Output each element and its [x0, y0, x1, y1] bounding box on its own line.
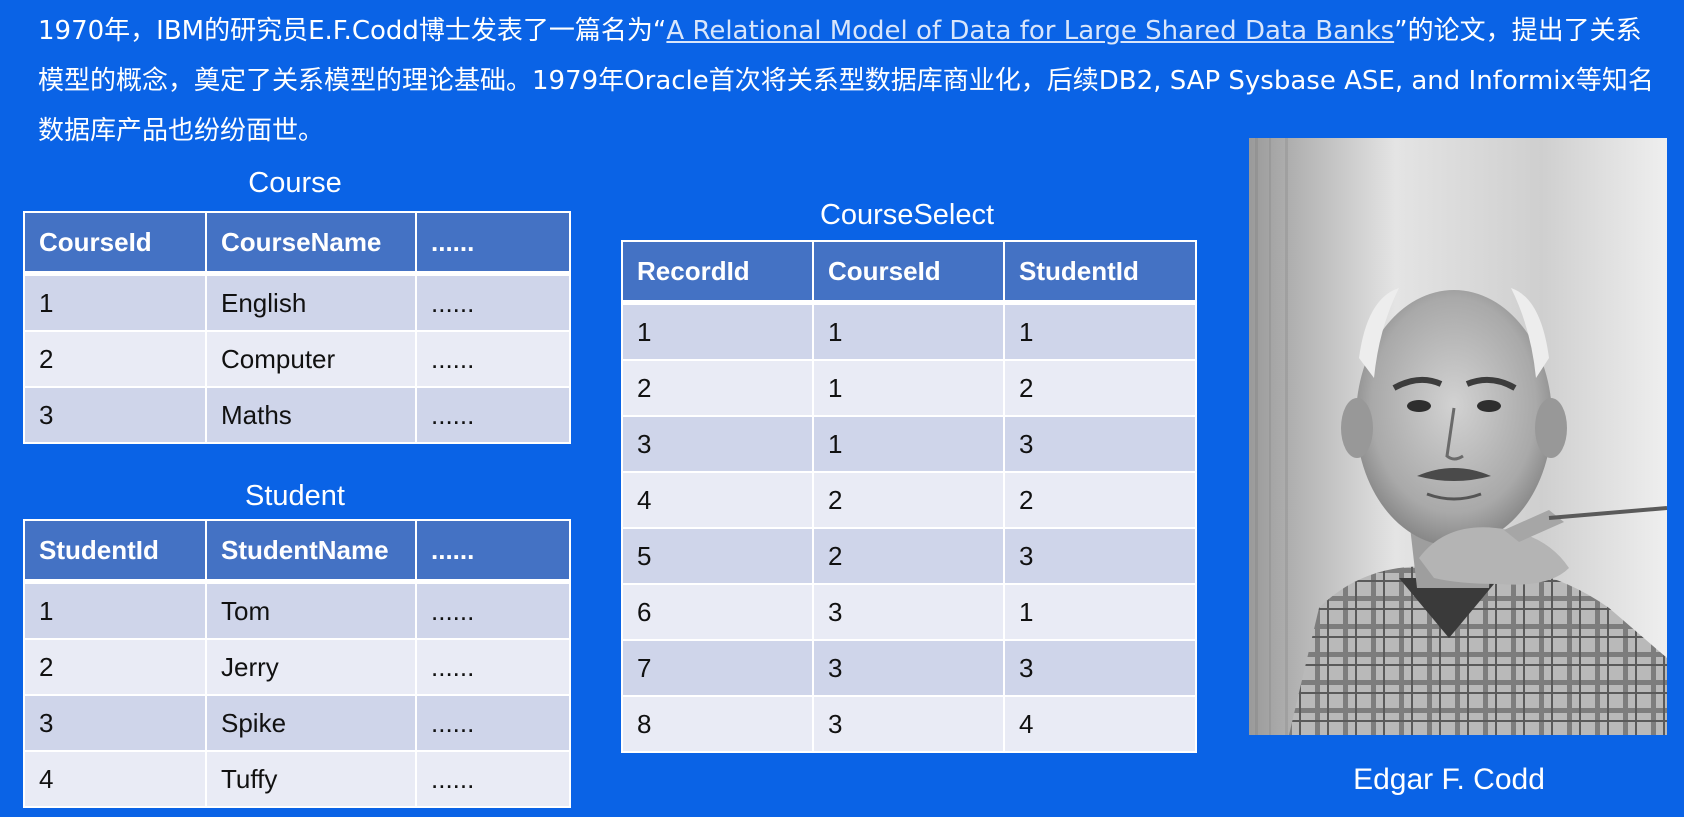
table-cell: Computer — [205, 330, 417, 388]
column-header: CourseId — [812, 240, 1005, 305]
table-row: 4 2 2 — [621, 471, 1197, 529]
table-cell: 1 — [1003, 583, 1197, 641]
course-header-row: CourseId CourseName ...... — [23, 211, 571, 276]
column-header: CourseName — [205, 211, 417, 276]
student-header-row: StudentId StudentName ...... — [23, 519, 571, 584]
table-cell: 2 — [621, 359, 814, 417]
table-cell: ...... — [415, 750, 571, 808]
column-header: StudentId — [23, 519, 207, 584]
table-cell: 2 — [23, 330, 207, 388]
table-cell: 4 — [23, 750, 207, 808]
table-row: 3 Spike ...... — [23, 694, 571, 752]
table-cell: Jerry — [205, 638, 417, 696]
table-cell: Tom — [205, 580, 417, 640]
table-cell: 3 — [1003, 639, 1197, 697]
table-cell: 3 — [812, 583, 1005, 641]
table-cell: 1 — [812, 359, 1005, 417]
table-cell: 2 — [1003, 359, 1197, 417]
column-header: ...... — [415, 211, 571, 276]
paper-title-link[interactable]: A Relational Model of Data for Large Sha… — [666, 16, 1394, 46]
course-select-table-title: CourseSelect — [819, 199, 995, 231]
table-row: 4 Tuffy ...... — [23, 750, 571, 808]
table-cell: 4 — [1003, 695, 1197, 753]
course-table: CourseId CourseName ...... 1 English ...… — [23, 211, 571, 444]
student-table: StudentId StudentName ...... 1 Tom .....… — [23, 519, 571, 808]
course-select-header-row: RecordId CourseId StudentId — [621, 240, 1197, 305]
student-table-title: Student — [245, 480, 345, 512]
table-row: 5 2 3 — [621, 527, 1197, 585]
table-cell: 1 — [812, 301, 1005, 361]
table-row: 1 1 1 — [621, 301, 1197, 361]
table-cell: ...... — [415, 386, 571, 444]
table-cell: 1 — [812, 415, 1005, 473]
table-cell: 4 — [621, 471, 814, 529]
intro-paragraph: 1970年，IBM的研究员E.F.Codd博士发表了一篇名为“A Relatio… — [38, 6, 1658, 156]
portrait-caption: Edgar F. Codd — [1353, 763, 1545, 796]
table-row: 3 Maths ...... — [23, 386, 571, 444]
table-cell: 2 — [1003, 471, 1197, 529]
table-cell: 1 — [1003, 301, 1197, 361]
column-header: ...... — [415, 519, 571, 584]
table-cell: Spike — [205, 694, 417, 752]
table-cell: ...... — [415, 272, 571, 332]
column-header: CourseId — [23, 211, 207, 276]
table-row: 1 English ...... — [23, 272, 571, 332]
table-cell: ...... — [415, 638, 571, 696]
course-select-table: RecordId CourseId StudentId 1 1 1 2 1 2 … — [621, 240, 1197, 753]
table-cell: 3 — [1003, 415, 1197, 473]
table-row: 7 3 3 — [621, 639, 1197, 697]
table-cell: 1 — [23, 580, 207, 640]
table-cell: 5 — [621, 527, 814, 585]
table-cell: 2 — [812, 471, 1005, 529]
table-row: 2 Jerry ...... — [23, 638, 571, 696]
table-cell: Tuffy — [205, 750, 417, 808]
column-header: StudentId — [1003, 240, 1197, 305]
table-cell: 1 — [23, 272, 207, 332]
table-cell: 3 — [812, 695, 1005, 753]
course-table-title: Course — [248, 167, 342, 199]
table-cell: Maths — [205, 386, 417, 444]
portrait-illustration — [1249, 138, 1667, 735]
table-cell: 7 — [621, 639, 814, 697]
table-cell: 3 — [23, 386, 207, 444]
table-row: 6 3 1 — [621, 583, 1197, 641]
table-cell: 2 — [812, 527, 1005, 585]
table-cell: 6 — [621, 583, 814, 641]
table-cell: 3 — [812, 639, 1005, 697]
intro-text-before: 1970年，IBM的研究员E.F.Codd博士发表了一篇名为“ — [38, 16, 667, 46]
table-row: 2 1 2 — [621, 359, 1197, 417]
column-header: StudentName — [205, 519, 417, 584]
table-cell: 3 — [621, 415, 814, 473]
table-cell: 8 — [621, 695, 814, 753]
table-row: 1 Tom ...... — [23, 580, 571, 640]
table-cell: ...... — [415, 330, 571, 388]
table-row: 2 Computer ...... — [23, 330, 571, 388]
codd-portrait-photo — [1249, 138, 1667, 735]
table-cell: English — [205, 272, 417, 332]
table-cell: 3 — [23, 694, 207, 752]
table-cell: 3 — [1003, 527, 1197, 585]
table-cell: 1 — [621, 301, 814, 361]
table-cell: 2 — [23, 638, 207, 696]
table-row: 3 1 3 — [621, 415, 1197, 473]
column-header: RecordId — [621, 240, 814, 305]
table-cell: ...... — [415, 694, 571, 752]
table-cell: ...... — [415, 580, 571, 640]
table-row: 8 3 4 — [621, 695, 1197, 753]
